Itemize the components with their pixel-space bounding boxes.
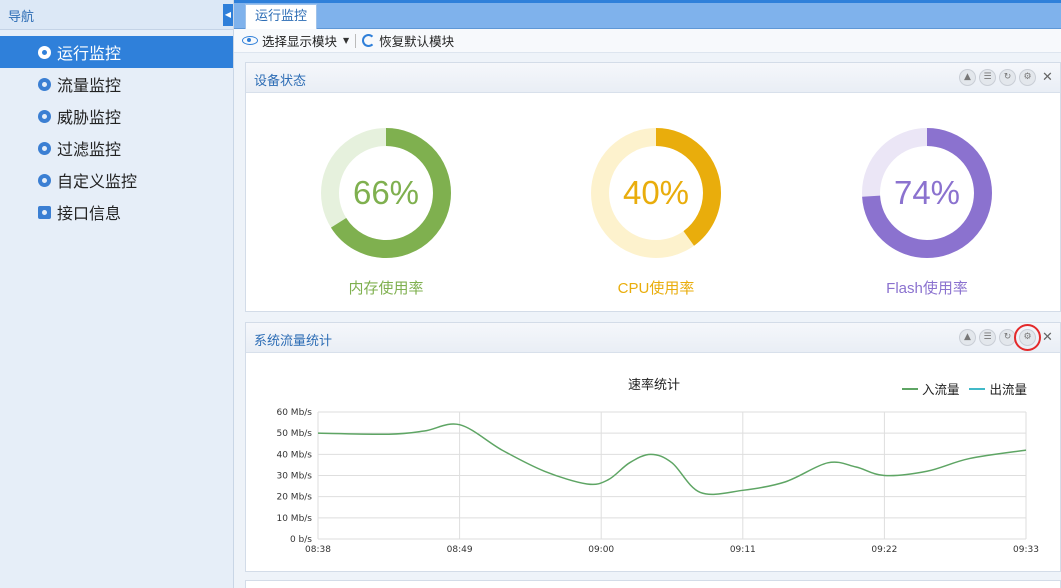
tab-bar: 运行监控 [234,3,1061,29]
y-tick-label: 30 Mb/s [276,472,312,482]
next-panel-edge [245,580,1061,588]
reset-modules-button[interactable]: 恢复默认模块 [362,31,454,50]
y-tick-label: 0 b/s [290,535,312,545]
panel-header: 设备状态 ▲ ☰ ↻ ⚙ ✕ [246,63,1060,93]
panel-title: 设备状态 [254,74,307,89]
y-tick-label: 40 Mb/s [276,450,312,460]
memory-usage-label: 内存使用率 [348,280,424,297]
sidebar-item-threat-monitor[interactable]: 威胁监控 [0,100,233,132]
collapse-up-icon[interactable]: ▲ [959,329,976,346]
select-modules-button[interactable]: 选择显示模块 ▼ [242,31,349,50]
gear-icon[interactable]: ⚙ [1014,324,1041,351]
eye-icon [242,36,258,45]
close-icon[interactable]: ✕ [1039,329,1056,346]
toolbar-divider [355,33,357,48]
device-status-panel: 设备状态 ▲ ☰ ↻ ⚙ ✕ 66% 内存使用率 40% CPU使用率 74% … [245,62,1061,312]
toolbar: 选择显示模块 ▼ 恢复默认模块 [234,29,1061,53]
shield-icon [38,109,51,123]
x-tick-label: 08:38 [305,545,331,555]
sidebar-header: 导航 ◀ [0,0,233,30]
traffic-icon [38,77,51,91]
traffic-stats-panel: 系统流量统计 ▲ ☰ ↻ ⚙ ✕ 速率统计 入流量 出流量 0 b/s 10 Mb… [245,322,1061,572]
gear-icon[interactable]: ⚙ [1019,69,1036,86]
series-line [317,423,1027,496]
main-area: 运行监控 选择显示模块 ▼ 恢复默认模块 设备状态 ▲ ☰ ↻ ⚙ ✕ 66% … [234,0,1061,588]
sidebar-item-custom-monitor[interactable]: 自定义监控 [0,164,233,196]
refresh-icon[interactable]: ↻ [999,329,1016,346]
memory-usage-value: 66% [352,174,420,211]
x-tick-label: 09:22 [871,545,897,555]
y-tick-label: 20 Mb/s [276,493,312,503]
y-tick-label: 10 Mb/s [276,514,312,524]
monitor-icon [38,45,51,59]
sidebar-item-label: 运行监控 [57,44,122,63]
panel-header: 系统流量统计 ▲ ☰ ↻ ⚙ ✕ [246,323,1060,353]
panel-tools: ▲ ☰ ↻ ⚙ ✕ [956,69,1056,86]
sidebar-item-filter-monitor[interactable]: 过滤监控 [0,132,233,164]
cpu-usage-value: 40% [622,174,690,211]
flash-usage-label: Flash使用率 [886,280,968,297]
filter-icon [38,141,51,155]
caret-down-icon: ▼ [343,36,350,45]
reset-modules-label: 恢复默认模块 [379,34,455,49]
sidebar-item-label: 威胁监控 [57,108,122,127]
x-tick-label: 08:49 [447,545,473,555]
y-tick-label: 60 Mb/s [276,408,312,418]
refresh-icon[interactable]: ↻ [999,69,1016,86]
x-tick-label: 09:33 [1013,545,1039,555]
close-icon[interactable]: ✕ [1039,69,1056,86]
grid-icon [38,173,51,187]
x-tick-label: 09:00 [588,545,614,555]
interface-icon [38,205,51,219]
sidebar: 导航 ◀ 运行监控 流量监控 威胁监控 过滤监控 自定义监控 接口信息 [0,0,234,588]
sidebar-item-label: 自定义监控 [57,172,138,191]
panel-tools: ▲ ☰ ↻ ⚙ ✕ [956,324,1056,351]
sidebar-item-runtime-monitor[interactable]: 运行监控 [0,36,233,68]
collapse-up-icon[interactable]: ▲ [959,69,976,86]
list-icon[interactable]: ☰ [979,69,996,86]
rate-chart: 0 b/s 10 Mb/s 20 Mb/s 30 Mb/s 40 Mb/s 50 Mb/s… [276,408,1039,555]
sidebar-item-label: 过滤监控 [57,140,122,159]
sidebar-item-label: 流量监控 [57,76,122,95]
select-modules-label: 选择显示模块 [262,34,338,49]
sidebar-item-label: 接口信息 [57,204,122,223]
y-tick-label: 50 Mb/s [276,429,312,439]
flash-usage-value: 74% [893,174,961,211]
panel-title: 系统流量统计 [254,334,333,349]
sidebar-collapse-icon[interactable]: ◀ [223,4,233,26]
cpu-usage-label: CPU使用率 [617,280,695,297]
list-icon[interactable]: ☰ [979,329,996,346]
x-tick-label: 09:11 [730,545,756,555]
tab-runtime-monitor[interactable]: 运行监控 [245,4,318,29]
sidebar-item-interface-info[interactable]: 接口信息 [0,196,233,228]
sidebar-nav: 运行监控 流量监控 威胁监控 过滤监控 自定义监控 接口信息 [0,36,233,228]
sidebar-title: 导航 [8,10,35,25]
refresh-icon [362,34,376,47]
sidebar-item-traffic-monitor[interactable]: 流量监控 [0,68,233,100]
